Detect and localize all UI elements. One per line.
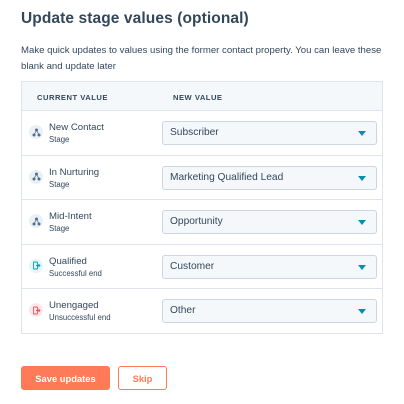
new-value-select[interactable]: Subscriber <box>162 121 377 145</box>
table-row: Qualified Successful end Customer <box>22 245 382 290</box>
dialog-description: Make quick updates to values using the f… <box>21 45 382 72</box>
table-row: New Contact Stage Subscriber <box>22 111 382 156</box>
new-value-select[interactable]: Other <box>162 299 377 324</box>
network-icon <box>29 169 43 184</box>
stage-type: Stage <box>49 135 70 144</box>
dialog-title: Update stage values (optional) <box>21 10 249 27</box>
stage-type: Stage <box>49 224 70 234</box>
new-value-select[interactable]: Opportunity <box>162 210 377 235</box>
chevron-down-icon <box>358 131 366 136</box>
chevron-down-icon <box>358 309 366 315</box>
chevron-down-icon <box>358 175 366 181</box>
column-header-current-value: CURRENT VALUE <box>37 93 108 102</box>
table-row: In Nurturing Stage Marketing Qualified L… <box>22 156 382 201</box>
stage-name: Unengaged <box>49 300 99 312</box>
select-value: Other <box>170 305 196 317</box>
stage-type: Stage <box>49 179 70 189</box>
new-value-select[interactable]: Marketing Qualified Lead <box>162 165 377 190</box>
network-icon <box>29 214 43 229</box>
fail-exit-icon <box>29 303 43 318</box>
select-value: Marketing Qualified Lead <box>170 171 284 183</box>
chevron-down-icon <box>358 264 366 270</box>
table-header: CURRENT VALUE NEW VALUE <box>22 82 382 111</box>
table-row: Unengaged Unsuccessful end Other <box>22 289 382 334</box>
table-row: Mid-Intent Stage Opportunity <box>22 200 382 245</box>
stage-type: Unsuccessful end <box>49 313 111 323</box>
stage-name: In Nurturing <box>49 166 100 178</box>
stage-name: Mid-Intent <box>49 211 92 223</box>
save-updates-button[interactable]: Save updates <box>21 366 110 390</box>
chevron-down-icon <box>358 220 366 226</box>
stage-name: New Contact <box>49 122 104 133</box>
success-exit-icon <box>29 258 43 273</box>
stage-name: Qualified <box>49 255 87 267</box>
select-value: Opportunity <box>170 216 223 228</box>
column-header-new-value: NEW VALUE <box>173 93 223 102</box>
new-value-select[interactable]: Customer <box>162 254 377 279</box>
select-value: Subscriber <box>170 127 219 138</box>
skip-button[interactable]: Skip <box>118 366 167 390</box>
stage-type: Successful end <box>49 268 102 278</box>
stage-values-table: CURRENT VALUE NEW VALUE New Contact Stag… <box>21 81 383 334</box>
network-icon <box>29 125 43 139</box>
select-value: Customer <box>170 260 215 272</box>
